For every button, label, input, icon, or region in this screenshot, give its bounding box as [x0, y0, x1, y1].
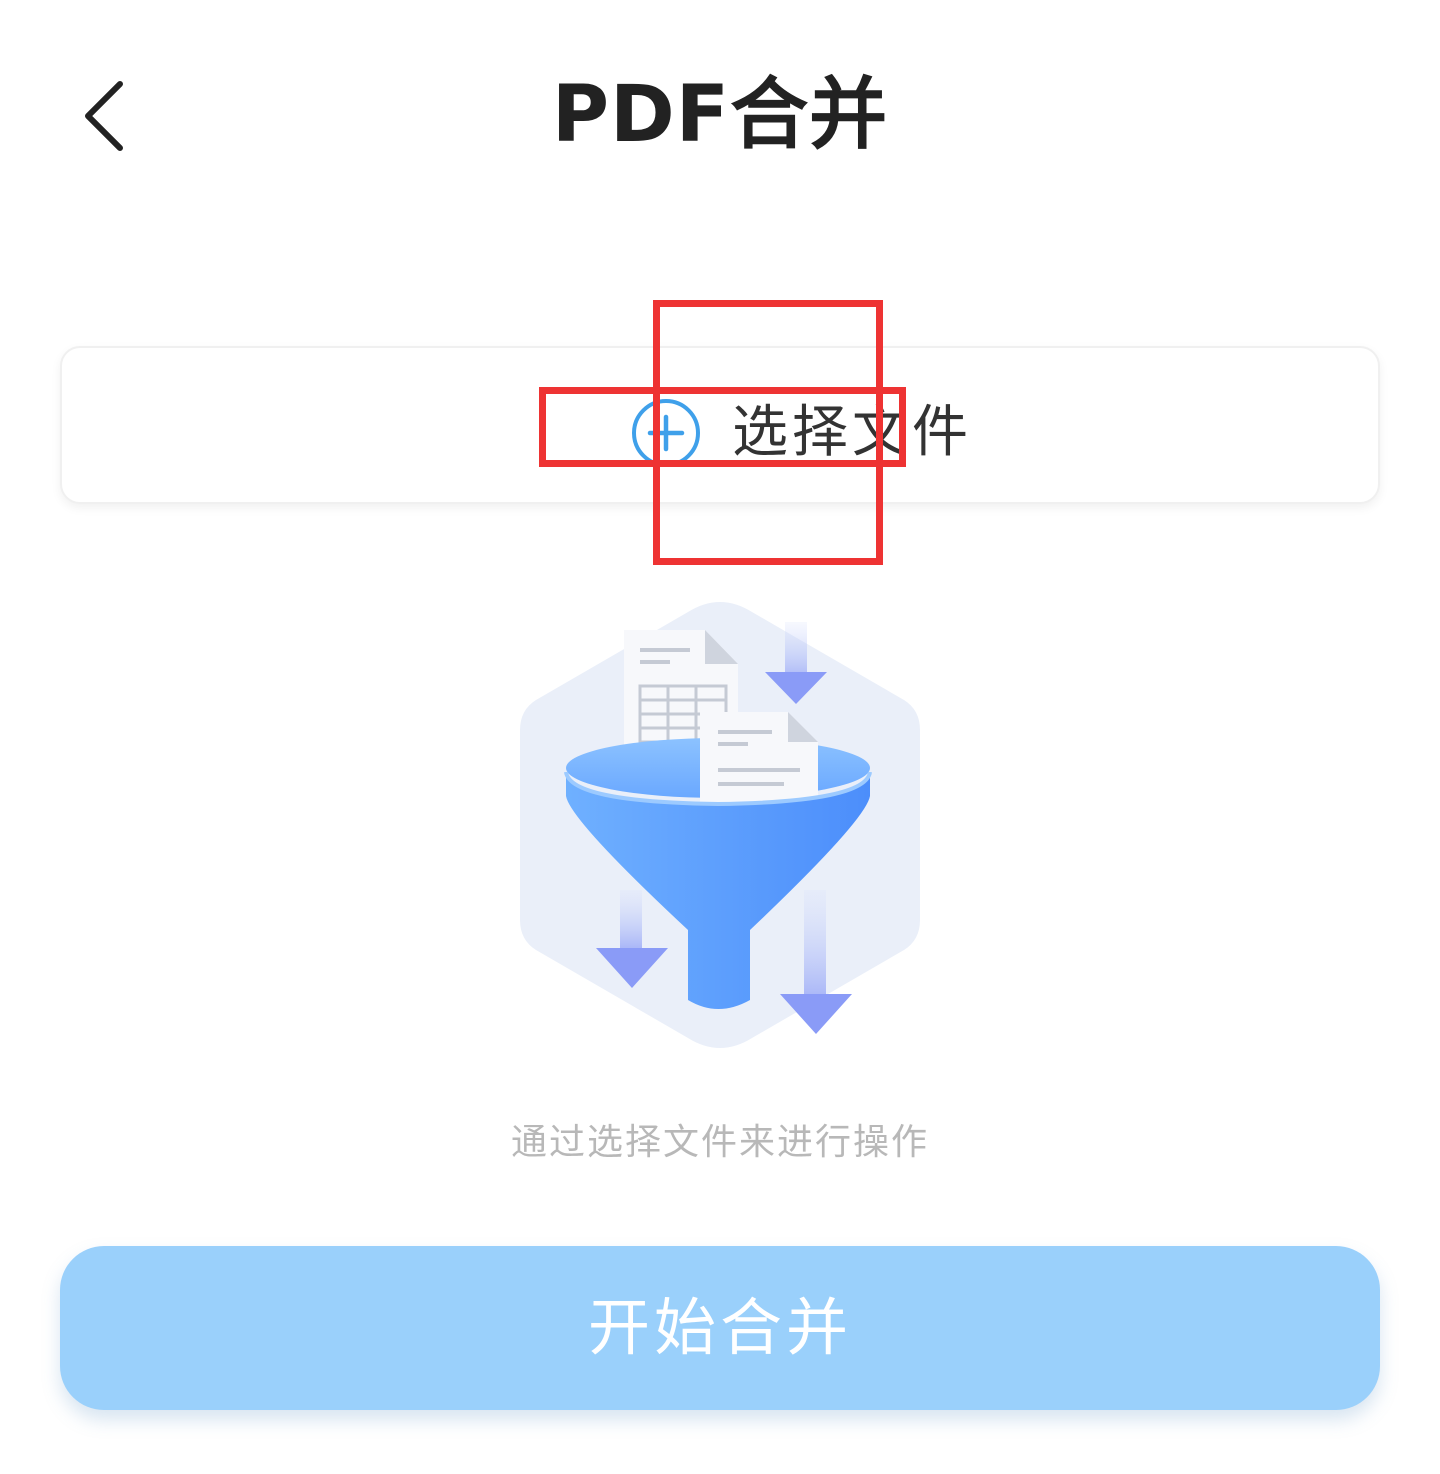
- plus-circle-icon: [632, 399, 700, 467]
- page-title: PDF合并: [551, 70, 889, 160]
- pdf-merge-page: PDF合并 选择文件 通过选择文件来进行操作 开始合并: [0, 0, 1440, 1474]
- select-file-label: 选择文件: [732, 400, 972, 465]
- hint-text: 通过选择文件来进行操作: [510, 1122, 929, 1163]
- select-file-button[interactable]: 选择文件: [630, 399, 972, 467]
- select-file-card[interactable]: 选择文件: [60, 346, 1380, 504]
- funnel-merge-illustration: [520, 602, 920, 1048]
- start-merge-label: 开始合并: [587, 1291, 852, 1364]
- start-merge-button[interactable]: 开始合并: [60, 1246, 1380, 1410]
